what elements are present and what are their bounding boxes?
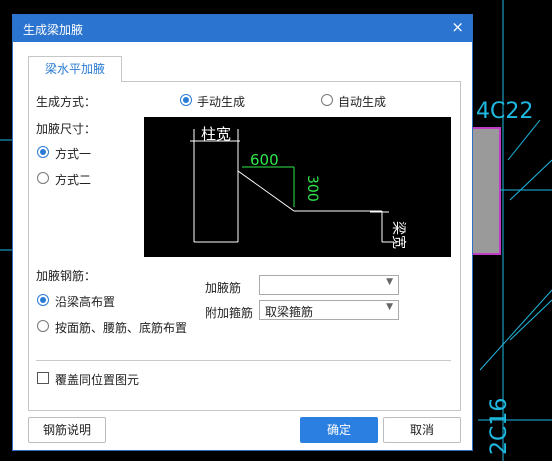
chevron-down-icon: ▼ — [386, 277, 393, 287]
cover-checkbox[interactable] — [37, 372, 49, 384]
gen-mode-label: 生成方式： — [36, 95, 97, 109]
haunch-rebar-select[interactable]: ▼ — [259, 275, 399, 295]
ok-button[interactable]: 确定 — [300, 417, 378, 443]
column-width-label: 柱宽 — [201, 125, 231, 143]
haunch-diagram: 柱宽 600 300 梁宽 — [190, 125, 407, 249]
rebar-opt1-radio[interactable] — [37, 294, 49, 306]
gen-manual-label[interactable]: 手动生成 — [197, 93, 245, 110]
size-opt1-label[interactable]: 方式一 — [55, 145, 91, 162]
cad-column — [472, 128, 500, 254]
dim-300-label: 300 — [304, 175, 320, 202]
dim-600-label: 600 — [250, 151, 279, 169]
size-opt2-label[interactable]: 方式二 — [55, 171, 91, 188]
chevron-down-icon: ▼ — [386, 302, 393, 312]
size-label: 加腋尺寸： — [36, 122, 97, 136]
gen-auto-label[interactable]: 自动生成 — [338, 93, 386, 110]
cancel-button[interactable]: 取消 — [383, 417, 461, 443]
cad-text-2c16: 2C16 — [487, 398, 512, 455]
size-opt2-radio[interactable] — [37, 172, 49, 184]
cad-text-4c22: 4C22 — [476, 99, 533, 124]
cover-checkbox-label[interactable]: 覆盖同位置图元 — [55, 371, 139, 388]
rebar-opt1-label[interactable]: 沿梁高布置 — [55, 293, 115, 310]
gen-manual-radio[interactable] — [180, 94, 192, 106]
size-opt1-radio[interactable] — [37, 146, 49, 158]
tab-horizontal-haunch[interactable]: 梁水平加腋 — [28, 56, 122, 82]
extra-stirrup-select[interactable]: 取梁箍筋 ▼ — [259, 300, 399, 320]
rebar-help-button[interactable]: 钢筋说明 — [28, 417, 106, 443]
haunch-rebar-label: 加腋筋 — [205, 281, 242, 295]
divider — [36, 360, 451, 361]
dialog-titlebar[interactable]: 生成梁加腋 × — [13, 15, 472, 42]
haunch-dialog: 生成梁加腋 × 梁水平加腋 生成方式： 手动生成 自动生成 加腋尺寸： 方式一 … — [12, 14, 473, 451]
gen-auto-radio[interactable] — [321, 94, 333, 106]
rebar-opt2-radio[interactable] — [37, 320, 49, 332]
extra-stirrup-label: 附加箍筋 — [205, 306, 254, 320]
close-icon[interactable]: × — [451, 19, 464, 36]
dialog-title: 生成梁加腋 — [23, 23, 84, 37]
rebar-label: 加腋钢筋： — [36, 269, 97, 283]
extra-stirrup-value: 取梁箍筋 — [265, 305, 314, 319]
rebar-opt2-label[interactable]: 按面筋、腰筋、底筋布置 — [55, 319, 187, 336]
beam-width-label: 梁宽 — [390, 221, 407, 249]
haunch-preview: 柱宽 600 300 梁宽 — [144, 117, 451, 257]
